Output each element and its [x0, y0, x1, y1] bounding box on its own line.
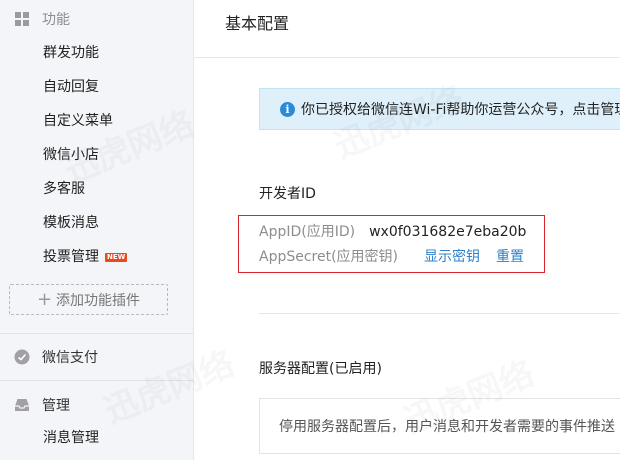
server-config-description: 停用服务器配置后，用户消息和开发者需要的事件推送 [279, 419, 615, 435]
manage-header-label: 管理 [42, 398, 70, 414]
wechat-pay-label: 微信支付 [42, 350, 98, 366]
title-divider [194, 57, 620, 58]
features-header: 功能 [14, 9, 70, 29]
sidebar-item-wechat-pay[interactable]: 微信支付 [14, 347, 98, 367]
notice-text: 你已授权给微信连Wi-Fi帮助你运营公众号，点击管理 [301, 102, 620, 118]
main-content: 基本配置 i 你已授权给微信连Wi-Fi帮助你运营公众号，点击管理 开发者ID … [194, 0, 620, 460]
sidebar-item-message-manage[interactable]: 消息管理 [43, 428, 99, 448]
developer-id-title: 开发者ID [259, 186, 316, 202]
manage-header: 管理 [14, 395, 70, 415]
sidebar-item-mass-send[interactable]: 群发功能 [43, 43, 99, 63]
divider [0, 333, 193, 334]
add-plugin-label: 添加功能插件 [56, 292, 141, 309]
add-plugin-button[interactable]: + 添加功能插件 [9, 284, 168, 315]
sidebar-item-auto-reply[interactable]: 自动回复 [43, 77, 99, 97]
divider [0, 380, 193, 381]
inbox-icon [14, 397, 30, 413]
appid-row: AppID(应用ID) wx0f031682e7eba20b [259, 222, 526, 242]
features-header-label: 功能 [42, 12, 70, 28]
sidebar-item-vote-manage[interactable]: 投票管理 NEW [43, 247, 128, 267]
appsecret-row: AppSecret(应用密钥) 显示密钥 重置 [259, 247, 524, 267]
server-config-box: 停用服务器配置后，用户消息和开发者需要的事件推送 [259, 398, 620, 454]
sidebar-item-customer-service[interactable]: 多客服 [43, 179, 85, 199]
sidebar: 功能 群发功能 自动回复 自定义菜单 微信小店 多客服 模板消息 投票管理 NEW… [0, 0, 194, 460]
section-divider [259, 313, 620, 314]
reset-secret-link[interactable]: 重置 [496, 249, 524, 265]
page-title: 基本配置 [225, 14, 290, 33]
appsecret-label: AppSecret(应用密钥) [259, 249, 399, 265]
new-badge: NEW [105, 252, 128, 262]
sidebar-item-template-message[interactable]: 模板消息 [43, 213, 99, 233]
sidebar-item-label: 投票管理 [43, 249, 99, 265]
appid-label: AppID(应用ID) [259, 224, 356, 240]
wifi-notice-banner: i 你已授权给微信连Wi-Fi帮助你运营公众号，点击管理 [259, 88, 620, 130]
sidebar-item-wechat-store[interactable]: 微信小店 [43, 145, 99, 165]
grid-icon [14, 11, 30, 27]
info-icon: i [280, 101, 295, 117]
chat-bubble-icon [14, 349, 30, 365]
show-secret-link[interactable]: 显示密钥 [424, 249, 480, 265]
server-config-title: 服务器配置(已启用) [259, 361, 382, 377]
sidebar-item-custom-menu[interactable]: 自定义菜单 [43, 111, 113, 131]
appid-value: wx0f031682e7eba20b [369, 224, 527, 240]
developer-id-highlight-box: AppID(应用ID) wx0f031682e7eba20b AppSecret(… [238, 215, 545, 273]
plus-icon: + [36, 288, 53, 310]
